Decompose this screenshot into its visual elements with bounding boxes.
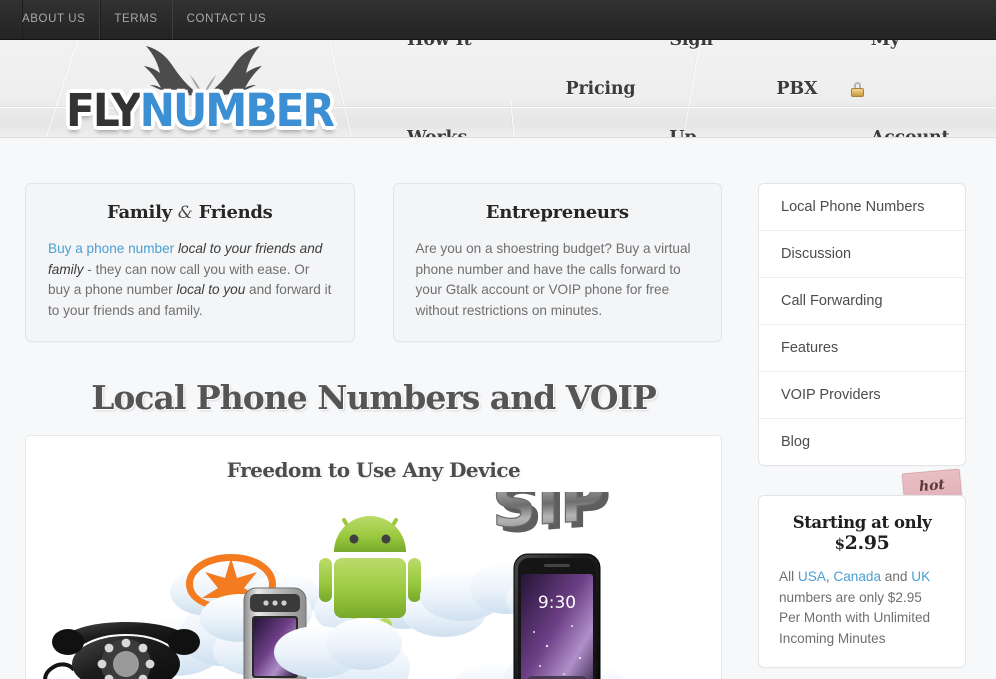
currency-symbol: $ bbox=[834, 535, 845, 553]
lock-icon bbox=[851, 81, 865, 97]
hero-panel: Freedom to Use Any Device SIP SIP 9:30 bbox=[25, 435, 722, 679]
nav-item-pricing[interactable]: Pricing bbox=[549, 40, 653, 137]
promo-emphasis-2: local to you bbox=[176, 282, 246, 297]
country-link-usa[interactable]: USA bbox=[798, 569, 826, 584]
pricing-headline: Starting at only $2.95 bbox=[779, 513, 945, 554]
sidebar: Local Phone Numbers Discussion Call Forw… bbox=[758, 183, 966, 668]
site-logo[interactable]: FLYNUMBER bbox=[66, 42, 346, 137]
utility-link-contact-us[interactable]: CONTACT US bbox=[173, 0, 281, 39]
site-header: FLYNUMBER How It Works Pricing Sign Up P… bbox=[0, 40, 996, 138]
pricing-amount: $2.95 bbox=[835, 532, 890, 554]
nav-item-how-it-works[interactable]: How It Works bbox=[390, 40, 549, 137]
pricing-desc-pre: All bbox=[779, 569, 798, 584]
ampersand-glyph: & bbox=[177, 203, 193, 223]
sidebar-item-features[interactable]: Features bbox=[759, 325, 965, 372]
pricing-headline-text: Starting at only bbox=[792, 513, 932, 532]
promo-card-entrepreneurs: Entrepreneurs Are you on a shoestring bu… bbox=[392, 183, 722, 342]
phone-clock-label: 9:30 bbox=[538, 593, 576, 613]
country-link-uk[interactable]: UK bbox=[911, 569, 930, 584]
hero-illustration: SIP SIP 9:30 bbox=[26, 461, 721, 679]
main-content-column: Family & Friends Buy a phone number loca… bbox=[25, 183, 722, 679]
nav-item-sign-up[interactable]: Sign Up bbox=[652, 40, 759, 137]
nav-item-pbx[interactable]: PBX bbox=[759, 40, 834, 137]
sidebar-item-call-forwarding[interactable]: Call Forwarding bbox=[759, 278, 965, 325]
pricing-desc-sep2: and bbox=[881, 569, 912, 584]
pricing-description: All USA, Canada and UK numbers are only … bbox=[779, 567, 945, 649]
promo-card-body: Buy a phone number local to your friends… bbox=[48, 239, 332, 321]
page-title: Local Phone Numbers and VOIP bbox=[91, 378, 657, 417]
sip-label: SIP bbox=[492, 492, 605, 542]
logo-text-number: NUMBER bbox=[139, 84, 335, 137]
hero-heading: Freedom to Use Any Device bbox=[226, 458, 521, 482]
promo-card-title: Entrepreneurs bbox=[485, 202, 629, 223]
devices-in-the-cloud-illustration: SIP SIP 9:30 bbox=[43, 461, 627, 679]
sidebar-item-blog[interactable]: Blog bbox=[759, 419, 965, 465]
pricing-promo: hot Starting at only $2.95 All USA, Cana… bbox=[758, 468, 966, 668]
buy-a-phone-number-link[interactable]: Buy a phone number bbox=[48, 241, 174, 256]
pricing-promo-box: Starting at only $2.95 All USA, Canada a… bbox=[758, 495, 966, 668]
promo-card-title: Family & Friends bbox=[48, 202, 332, 223]
price-value: 2.95 bbox=[844, 532, 890, 554]
promo-card-body: Are you on a shoestring budget? Buy a vi… bbox=[415, 241, 691, 318]
utility-bar: ABOUT US TERMS CONTACT US bbox=[0, 0, 996, 40]
sip-3d-text: SIP SIP bbox=[491, 461, 611, 548]
sidebar-item-voip-providers[interactable]: VOIP Providers bbox=[759, 372, 965, 419]
sidebar-menu: Local Phone Numbers Discussion Call Forw… bbox=[758, 183, 966, 466]
rotary-phone-icon bbox=[43, 622, 200, 679]
pricing-desc-post: numbers are only $2.95 Per Month with Un… bbox=[779, 589, 931, 646]
promo-cards-row: Family & Friends Buy a phone number loca… bbox=[25, 183, 722, 342]
logo-text-fly: FLY bbox=[66, 84, 142, 137]
utility-link-terms[interactable]: TERMS bbox=[100, 0, 173, 39]
promo-card-family-and-friends: Family & Friends Buy a phone number loca… bbox=[25, 183, 355, 342]
sidebar-item-local-phone-numbers[interactable]: Local Phone Numbers bbox=[759, 184, 965, 231]
country-link-canada[interactable]: Canada bbox=[833, 569, 881, 584]
page-body: Family & Friends Buy a phone number loca… bbox=[0, 138, 996, 679]
smartphone-icon: 9:30 bbox=[513, 553, 601, 679]
main-navigation: How It Works Pricing Sign Up PBX My Acco… bbox=[390, 40, 996, 138]
promo-card-title-part2: Friends bbox=[198, 202, 273, 223]
promo-card-title-part1: Family bbox=[106, 202, 172, 223]
sidebar-item-discussion[interactable]: Discussion bbox=[759, 231, 965, 278]
logo-wordmark: FLYNUMBER bbox=[66, 88, 335, 133]
nav-item-my-account-label: My Account bbox=[870, 40, 950, 138]
nav-item-my-account[interactable]: My Account bbox=[834, 40, 996, 138]
utility-link-about-us[interactable]: ABOUT US bbox=[22, 0, 101, 39]
